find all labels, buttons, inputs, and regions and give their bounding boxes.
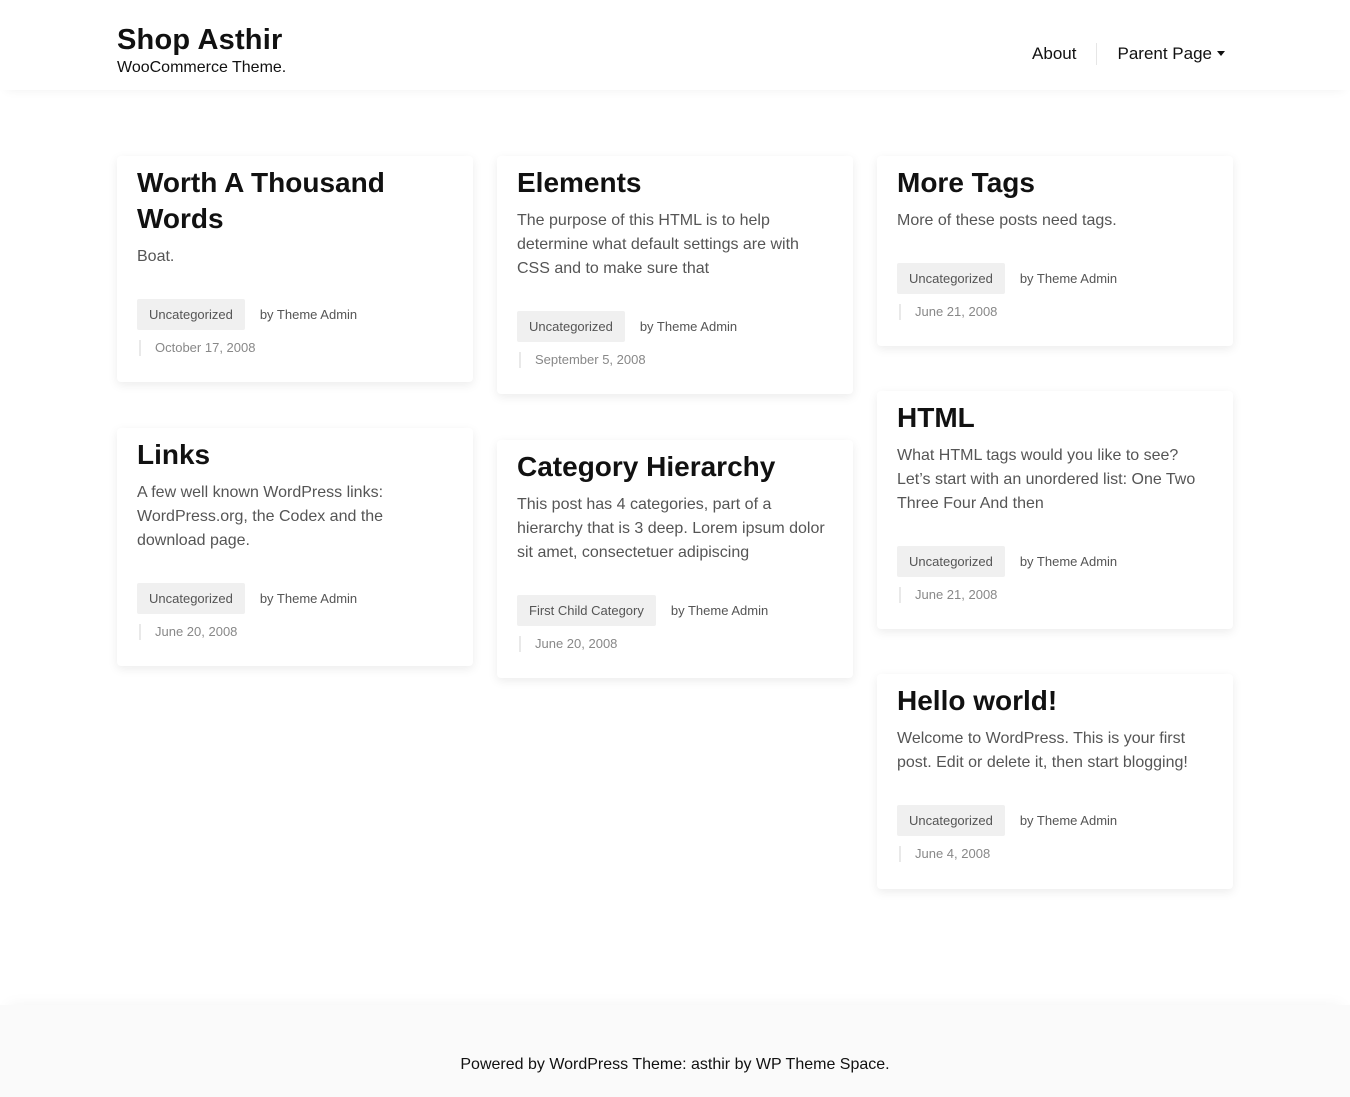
post-card: Links A few well known WordPress links: … bbox=[117, 428, 473, 666]
post-card: More Tags More of these posts need tags.… bbox=[877, 156, 1233, 346]
post-title[interactable]: Elements bbox=[517, 165, 833, 201]
category-badge[interactable]: Uncategorized bbox=[897, 805, 1005, 836]
post-meta: First Child Category by Theme Admin bbox=[517, 595, 833, 626]
category-badge[interactable]: Uncategorized bbox=[137, 299, 245, 330]
post-date[interactable]: June 21, 2008 bbox=[899, 587, 1213, 603]
post-card: Hello world! Welcome to WordPress. This … bbox=[877, 674, 1233, 889]
post-title[interactable]: HTML bbox=[897, 400, 1213, 436]
post-excerpt: Welcome to WordPress. This is your first… bbox=[897, 730, 1188, 771]
post-meta: Uncategorized by Theme Admin bbox=[137, 299, 453, 330]
post-meta: Uncategorized by Theme Admin bbox=[897, 546, 1213, 577]
post-date[interactable]: June 20, 2008 bbox=[139, 624, 453, 640]
post-author[interactable]: by Theme Admin bbox=[671, 603, 768, 618]
post-excerpt: The purpose of this HTML is to help dete… bbox=[517, 212, 799, 277]
nav-item-parent-page-label: Parent Page bbox=[1117, 44, 1212, 63]
post-title[interactable]: Hello world! bbox=[897, 683, 1213, 719]
category-badge[interactable]: First Child Category bbox=[517, 595, 656, 626]
post-author[interactable]: by Theme Admin bbox=[1020, 554, 1117, 569]
post-excerpt: This post has 4 categories, part of a hi… bbox=[517, 496, 825, 561]
nav-divider bbox=[1096, 43, 1098, 65]
post-meta: Uncategorized by Theme Admin bbox=[897, 263, 1213, 294]
post-excerpt: What HTML tags would you like to see? Le… bbox=[897, 447, 1196, 512]
post-author[interactable]: by Theme Admin bbox=[640, 319, 737, 334]
nav-item-about[interactable]: About bbox=[1032, 44, 1076, 64]
site-branding: Shop Asthir WooCommerce Theme. bbox=[117, 24, 286, 77]
post-date[interactable]: June 20, 2008 bbox=[519, 636, 833, 652]
post-title[interactable]: Category Hierarchy bbox=[517, 449, 833, 485]
post-title[interactable]: Worth A Thousand Words bbox=[137, 165, 453, 237]
site-footer: Powered by WordPress Theme: asthir by WP… bbox=[0, 1005, 1350, 1097]
post-card: Worth A Thousand Words Boat. Uncategoriz… bbox=[117, 156, 473, 382]
footer-credits: Powered by WordPress Theme: asthir by WP… bbox=[460, 1056, 890, 1073]
post-title[interactable]: More Tags bbox=[897, 165, 1213, 201]
site-header: Shop Asthir WooCommerce Theme. About Par… bbox=[0, 0, 1350, 90]
post-excerpt: More of these posts need tags. bbox=[897, 212, 1117, 229]
caret-down-icon bbox=[1217, 51, 1225, 57]
post-date[interactable]: September 5, 2008 bbox=[519, 352, 833, 368]
post-card: Category Hierarchy This post has 4 categ… bbox=[497, 440, 853, 678]
category-badge[interactable]: Uncategorized bbox=[897, 263, 1005, 294]
post-date[interactable]: June 21, 2008 bbox=[899, 304, 1213, 320]
post-date[interactable]: October 17, 2008 bbox=[139, 340, 453, 356]
post-meta: Uncategorized by Theme Admin bbox=[897, 805, 1213, 836]
post-author[interactable]: by Theme Admin bbox=[260, 307, 357, 322]
post-date[interactable]: June 4, 2008 bbox=[899, 846, 1213, 862]
post-meta: Uncategorized by Theme Admin bbox=[517, 311, 833, 342]
post-title[interactable]: Links bbox=[137, 437, 453, 473]
category-badge[interactable]: Uncategorized bbox=[897, 546, 1005, 577]
category-badge[interactable]: Uncategorized bbox=[517, 311, 625, 342]
post-author[interactable]: by Theme Admin bbox=[1020, 813, 1117, 828]
site-title-link[interactable]: Shop Asthir bbox=[117, 24, 286, 56]
post-card: Elements The purpose of this HTML is to … bbox=[497, 156, 853, 394]
post-excerpt: A few well known WordPress links: WordPr… bbox=[137, 484, 384, 549]
nav-item-parent-page[interactable]: Parent Page bbox=[1117, 44, 1225, 64]
post-author[interactable]: by Theme Admin bbox=[260, 591, 357, 606]
main-navigation: About Parent Page bbox=[1032, 43, 1225, 65]
post-excerpt: Boat. bbox=[137, 248, 175, 265]
post-card: HTML What HTML tags would you like to se… bbox=[877, 391, 1233, 629]
post-author[interactable]: by Theme Admin bbox=[1020, 271, 1117, 286]
category-badge[interactable]: Uncategorized bbox=[137, 583, 245, 614]
post-meta: Uncategorized by Theme Admin bbox=[137, 583, 453, 614]
site-tagline: WooCommerce Theme. bbox=[117, 59, 287, 76]
